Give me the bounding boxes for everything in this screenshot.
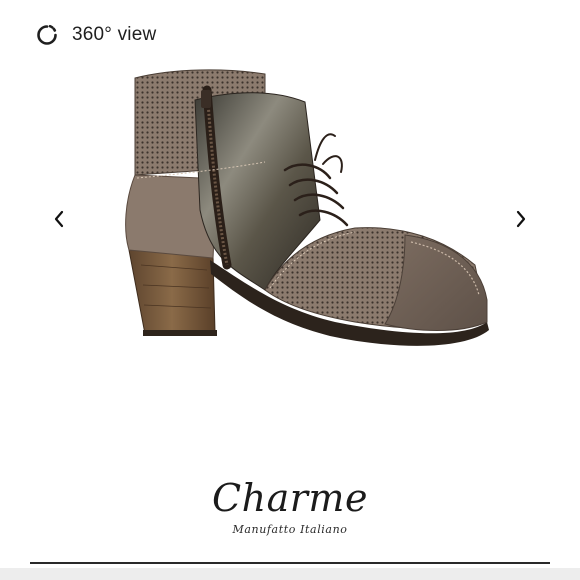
view-360-label: 360° view bbox=[72, 24, 157, 45]
chevron-right-icon bbox=[516, 210, 526, 228]
brand-logo: Charme Manufatto Italiano bbox=[200, 478, 380, 548]
divider bbox=[30, 562, 550, 564]
chevron-left-icon bbox=[54, 210, 64, 228]
product-image[interactable] bbox=[115, 60, 495, 360]
brand-name: Charme bbox=[212, 476, 368, 520]
brand-subtitle: Manufatto Italiano bbox=[232, 523, 348, 536]
product-image-viewer: 360° view Charme Manufatto Italiano bbox=[0, 0, 580, 580]
view-360-button[interactable]: 360° view bbox=[36, 20, 156, 50]
bottom-bar bbox=[0, 568, 580, 580]
previous-image-button[interactable] bbox=[44, 204, 74, 234]
rotate-360-icon bbox=[37, 24, 57, 45]
next-image-button[interactable] bbox=[506, 204, 536, 234]
